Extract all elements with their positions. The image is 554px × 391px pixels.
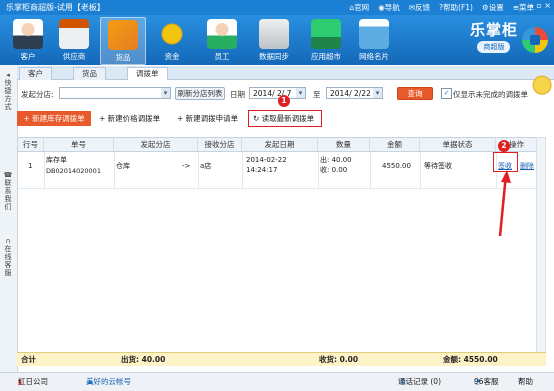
status-cell: 等待签收 <box>424 162 452 170</box>
col-date: 发起日期 <box>242 138 318 152</box>
to-label: 至 <box>313 90 321 99</box>
app-title: 乐掌柜商超版-试用【老板】 <box>6 3 105 12</box>
totals-row: 合计 出货: 40.00 收货: 0.00 金额: 4550.00 <box>17 352 546 366</box>
business-card-icon <box>359 19 389 49</box>
arrow-icon: ◂ <box>6 71 10 79</box>
headset-icon: ∩ <box>5 237 11 245</box>
top-menu: ⌂官网 ◉导航 ✉反馈 ?帮助(F1) ⚙设置 ≡菜单 <box>349 2 534 13</box>
nav-appmarket[interactable]: 应用超市 <box>304 17 348 63</box>
new-transfer-request-button[interactable]: + 新建调拨申请单 <box>177 111 238 126</box>
col-doc-no: 单号 <box>44 138 114 152</box>
doc-no-cell: DB02014020001 <box>46 167 101 175</box>
total-in: 收货: 0.00 <box>319 355 359 364</box>
cart-icon <box>311 19 341 49</box>
col-row-no: 行号 <box>18 138 44 152</box>
phone-icon: ☎ <box>3 171 13 179</box>
rail-contact[interactable]: ☎ 联系我们 <box>2 171 14 211</box>
tab-customer[interactable]: 客户 <box>19 67 52 80</box>
doc-type-cell: 库存单 <box>46 156 67 164</box>
tab-goods[interactable]: 货品 <box>73 67 106 80</box>
feedback-link[interactable]: ✉反馈 <box>409 2 430 13</box>
transfer-table: 行号 单号 发起分店 接收分店 发起日期 数量 金额 单据状态 操作 1 库存单… <box>17 137 538 353</box>
new-stock-transfer-button[interactable]: + 新建库存调拨单 <box>17 111 91 126</box>
coins-icon <box>157 19 187 49</box>
rail-online-support[interactable]: ∩ 在线客服 <box>2 237 14 277</box>
only-incomplete-checkbox[interactable]: ✓ <box>441 88 452 99</box>
in-qty-cell: 收: 0.00 <box>320 166 348 174</box>
branch-label: 发起分店: <box>21 90 54 99</box>
help-link[interactable]: ?帮助(F1) <box>439 2 473 13</box>
grid-line <box>420 152 421 188</box>
nav-sync[interactable]: 数据同步 <box>252 17 296 63</box>
customer-icon <box>13 19 43 49</box>
branch-select[interactable] <box>59 87 171 99</box>
only-incomplete-label: 仅显示未完成的调拨单 <box>453 90 528 99</box>
grid-line <box>114 152 115 188</box>
refresh-branches-button[interactable]: 刷新分店列表 <box>175 87 225 100</box>
to-branch-cell: a店 <box>200 162 212 170</box>
from-branch-cell: 仓库 <box>116 162 130 170</box>
settings-link[interactable]: ⚙设置 <box>482 2 504 13</box>
grid-line <box>242 152 243 188</box>
cloud-sync-icon <box>259 19 289 49</box>
col-amount: 金额 <box>370 138 420 152</box>
total-label: 合计 <box>21 355 36 364</box>
goods-icon <box>108 20 138 50</box>
transfer-arrow: -> <box>182 162 191 170</box>
new-price-transfer-button[interactable]: + 新建价格调拨单 <box>99 111 160 126</box>
table-row[interactable]: 1 库存单 DB02014020001 仓库 -> a店 2014-02-22 … <box>18 152 537 189</box>
title-bar: 乐掌柜商超版-试用【老板】 ⌂官网 ◉导航 ✉反馈 ?帮助(F1) ⚙设置 ≡菜… <box>0 0 554 15</box>
highlight-box-read-latest <box>248 110 322 127</box>
time-cell: 14:24:17 <box>246 166 278 174</box>
grid-line <box>318 152 319 188</box>
col-status: 单据状态 <box>420 138 496 152</box>
nav-staff[interactable]: 员工 <box>200 17 244 63</box>
nav-card[interactable]: 网络名片 <box>352 17 396 63</box>
amount-cell: 4550.00 <box>382 162 411 170</box>
nav-customer[interactable]: 客户 <box>6 17 50 63</box>
out-qty-cell: 出: 40.00 <box>320 156 352 164</box>
brand-edition: 商超版 <box>477 41 511 53</box>
annotation-marker-1: 1 <box>278 95 290 107</box>
grid-line <box>44 152 45 188</box>
annotation-marker-2: 2 <box>498 140 510 152</box>
rail-shortcuts[interactable]: ◂ 快捷方式 <box>2 71 14 111</box>
col-qty: 数量 <box>318 138 370 152</box>
staff-icon <box>207 19 237 49</box>
window-controls[interactable]: – ▫ × <box>530 1 551 10</box>
brand-name: 乐掌柜 <box>469 21 518 39</box>
nav-funds[interactable]: 资金 <box>150 17 194 63</box>
gear-icon: ⚙ <box>481 3 489 12</box>
supplier-icon <box>59 19 89 49</box>
date-cell: 2014-02-22 <box>246 156 287 164</box>
grid-line <box>370 152 371 188</box>
nav-supplier[interactable]: 供应商 <box>52 17 96 63</box>
brand-logo-icon <box>522 27 548 53</box>
col-to-branch: 接收分店 <box>198 138 242 152</box>
nav-goods[interactable]: 货品 <box>100 17 146 65</box>
date-to-input[interactable]: 2014/ 2/22 <box>326 87 383 99</box>
total-amount: 金额: 4550.00 <box>443 355 498 364</box>
col-from-branch: 发起分店 <box>114 138 198 152</box>
main-ribbon: 客户 供应商 货品 资金 员工 数据同步 应用超市 网络名片 乐掌柜 商超版 <box>0 15 554 65</box>
grid-line <box>198 152 199 188</box>
brand: 乐掌柜 商超版 <box>470 19 518 53</box>
total-out: 出货: 40.00 <box>121 355 166 364</box>
left-rail: ◂ 快捷方式 ☎ 联系我们 ∩ 在线客服 <box>0 65 18 390</box>
vertical-scrollbar[interactable] <box>536 137 546 353</box>
date-from-input[interactable]: 2014/ 2/ 7 <box>249 87 306 99</box>
annotation-arrow <box>498 170 511 237</box>
tab-strip: 客户 货品 调拨单 <box>17 66 554 80</box>
row-no-cell: 1 <box>28 162 33 170</box>
official-site-link[interactable]: ⌂官网 <box>349 2 369 13</box>
status-bar: ▮ 红日公司 ☁ 美好的云帐号 ☏ 通话记录 (0) ◔ 96客服 ? 帮助 <box>0 372 554 391</box>
navigation-link[interactable]: ◉导航 <box>378 2 400 13</box>
date-label: 日期 <box>230 90 245 99</box>
query-button[interactable]: 查询 <box>397 87 433 100</box>
tab-transfer[interactable]: 调拨单 <box>127 67 168 80</box>
